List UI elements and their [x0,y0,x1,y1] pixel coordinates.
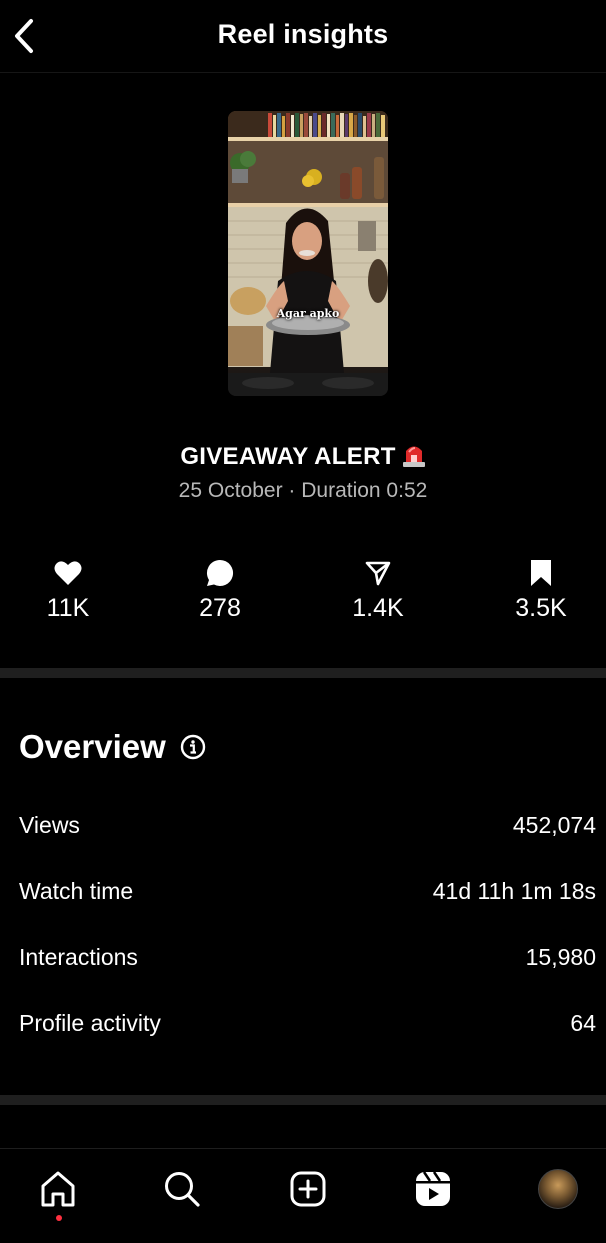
tab-search[interactable] [160,1167,204,1211]
stat-shares: 1.4K [318,558,438,623]
reel-date-duration: 25 October · Duration 0:52 [178,479,428,502]
reels-icon [416,1171,450,1206]
reel-title-text: GIVEAWAY ALERT [180,443,396,470]
row-label: Watch time [19,877,134,904]
reel-caption-overlay: Agar apko [276,307,340,320]
row-label: Interactions [19,943,138,970]
row-label: Views [19,811,80,838]
stat-saves: 3.5K [481,558,601,623]
overview-title: Overview [19,728,166,765]
row-value: 15,980 [525,943,596,970]
section-divider [0,668,606,678]
row-value: 64 [570,1009,596,1036]
share-icon [365,561,391,586]
overview-row-watch-time[interactable]: Watch time 41d 11h 1m 18s [19,874,596,908]
stat-shares-value: 1.4K [352,594,404,622]
tab-profile[interactable] [536,1167,580,1211]
header: Reel insights [0,0,606,73]
profile-avatar [538,1169,578,1209]
overview-heading: Overview [19,728,206,766]
stat-likes-value: 11K [46,594,90,622]
overview-row-interactions[interactable]: Interactions 15,980 [19,940,596,974]
overview-row-views[interactable]: Views 452,074 [19,808,596,842]
create-icon [290,1171,326,1207]
row-label: Profile activity [19,1009,161,1036]
reel-title: GIVEAWAY ALERT [0,441,606,471]
reel-thumbnail-image [228,111,388,396]
comment-icon [206,559,234,586]
info-icon[interactable] [180,734,206,760]
page-title: Reel insights [217,19,389,49]
notification-dot [56,1215,62,1221]
overview-row-profile-activity[interactable]: Profile activity 64 [19,1006,596,1040]
stat-likes: 11K [8,558,128,623]
search-icon [165,1172,200,1207]
bookmark-icon [531,560,551,586]
heart-icon [54,561,82,585]
bottom-tab-bar [0,1148,606,1243]
reel-thumbnail[interactable]: Agar apko [228,111,388,396]
police-siren-icon [402,446,425,467]
tab-home[interactable] [36,1167,80,1211]
row-value: 41d 11h 1m 18s [432,877,596,904]
stat-comments: 278 [160,558,280,623]
tab-create[interactable] [286,1167,330,1211]
section-divider [0,1095,606,1105]
row-value: 452,074 [512,811,596,838]
tab-reels[interactable] [411,1167,455,1211]
stat-comments-value: 278 [199,594,241,622]
home-icon [41,1171,75,1207]
stat-saves-value: 3.5K [515,594,567,622]
